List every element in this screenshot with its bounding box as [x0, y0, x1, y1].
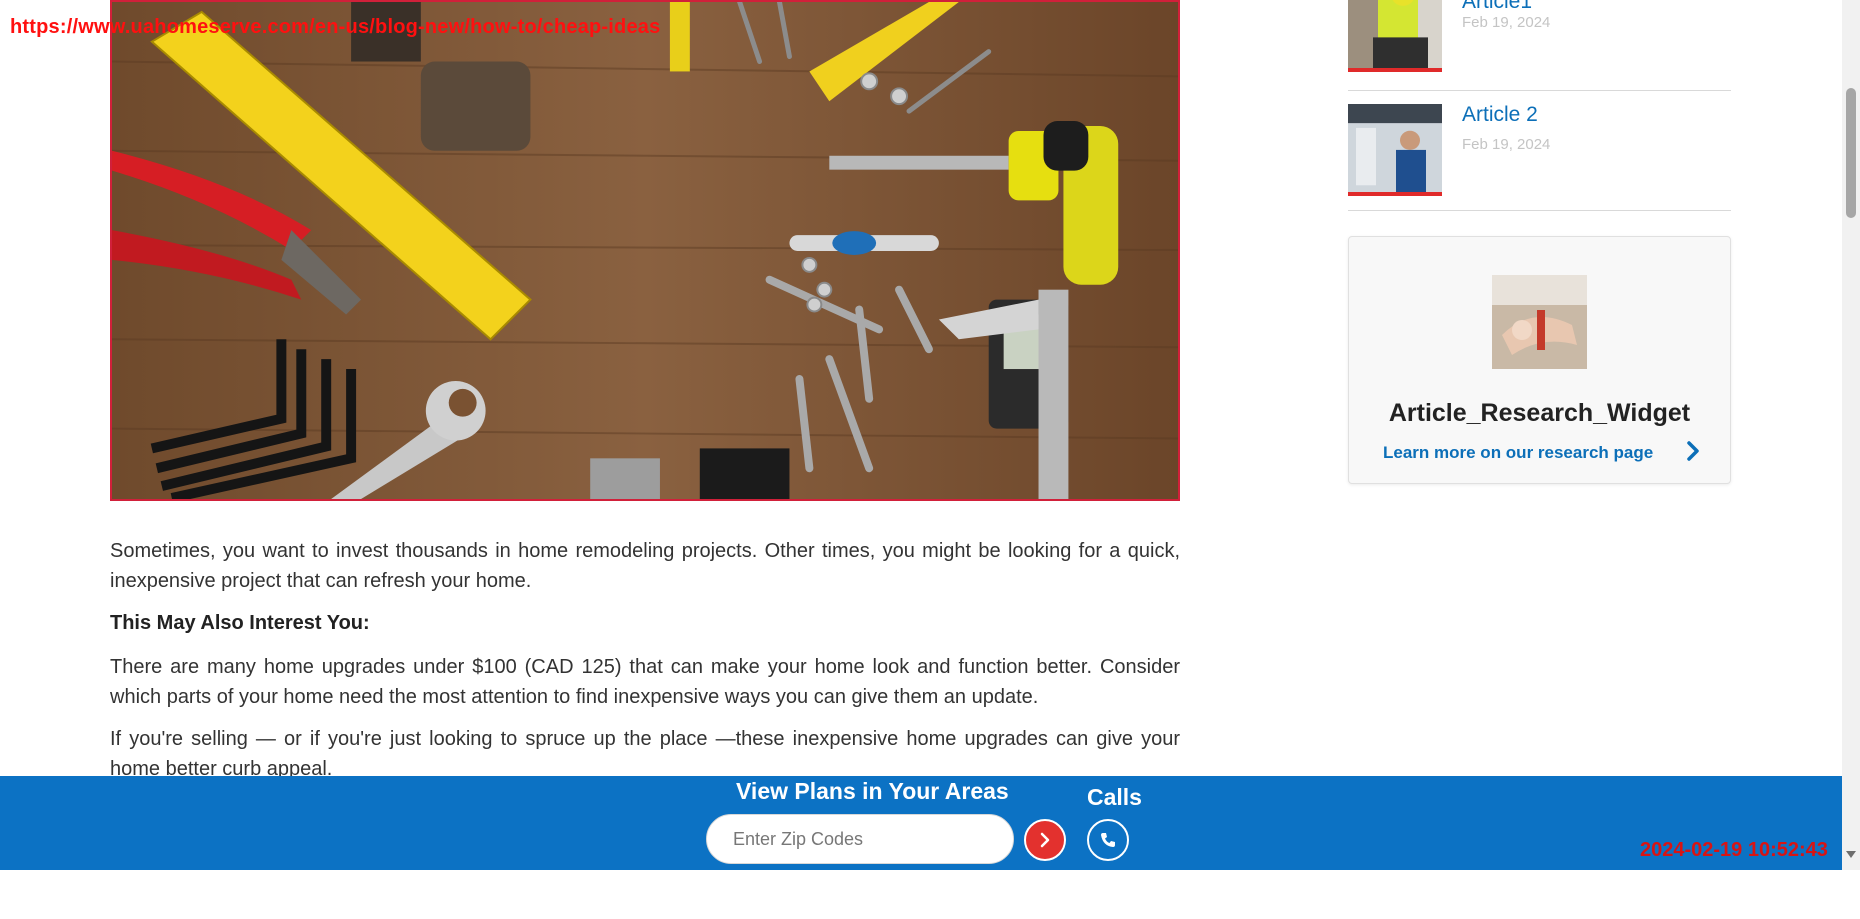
chevron-right-icon: [1040, 832, 1050, 848]
article-date: Feb 19, 2024: [1462, 14, 1551, 31]
chevron-right-icon[interactable]: [1679, 437, 1707, 465]
widget-title: Article_Research_Widget: [1388, 399, 1691, 427]
article-thumbnail[interactable]: [1348, 0, 1442, 72]
research-page-link[interactable]: Learn more on our research page: [1383, 443, 1653, 463]
widget-image: [1492, 275, 1587, 369]
article-body: Sometimes, you want to invest thousands …: [110, 536, 1180, 796]
hero-image: [110, 0, 1180, 501]
call-button[interactable]: [1087, 819, 1129, 861]
article-date: Feb 19, 2024: [1462, 136, 1551, 153]
related-subhead: This May Also Interest You:: [110, 612, 370, 634]
recent-article-2[interactable]: Article 2 Feb 19, 2024: [1348, 91, 1731, 211]
page-scrollbar[interactable]: [1842, 0, 1860, 870]
scrollbar-thumb[interactable]: [1846, 88, 1856, 218]
article-title-link[interactable]: Article1: [1462, 0, 1532, 14]
article-paragraph: There are many home upgrades under $100 …: [110, 656, 1180, 708]
zip-search-bar: View Plans in Your Areas Calls: [0, 776, 1842, 870]
article-title-link[interactable]: Article 2: [1462, 103, 1538, 127]
article-paragraph: Sometimes, you want to invest thousands …: [110, 540, 1180, 592]
sidebar: Article1 Feb 19, 2024 Article 2 Feb 19, …: [1348, 0, 1731, 211]
calls-label: Calls: [1087, 784, 1142, 810]
timestamp-overlay: 2024-02-19 10:52:43: [1640, 839, 1828, 861]
zip-bar-heading: View Plans in Your Areas: [736, 778, 1009, 804]
url-overlay: https://www.uahomeserve.com/en-us/blog-n…: [10, 16, 661, 38]
article-paragraph: If you're selling — or if you're just lo…: [110, 728, 1180, 780]
zip-code-input[interactable]: [706, 814, 1014, 864]
phone-icon: [1101, 833, 1115, 847]
tools-illustration: [112, 2, 1178, 499]
research-widget: Article_Research_Widget Learn more on ou…: [1348, 236, 1731, 484]
zip-submit-button[interactable]: [1024, 819, 1066, 861]
recent-article-1[interactable]: Article1 Feb 19, 2024: [1348, 0, 1731, 91]
scroll-down-arrow-icon[interactable]: [1845, 848, 1857, 860]
article-thumbnail[interactable]: [1348, 104, 1442, 196]
